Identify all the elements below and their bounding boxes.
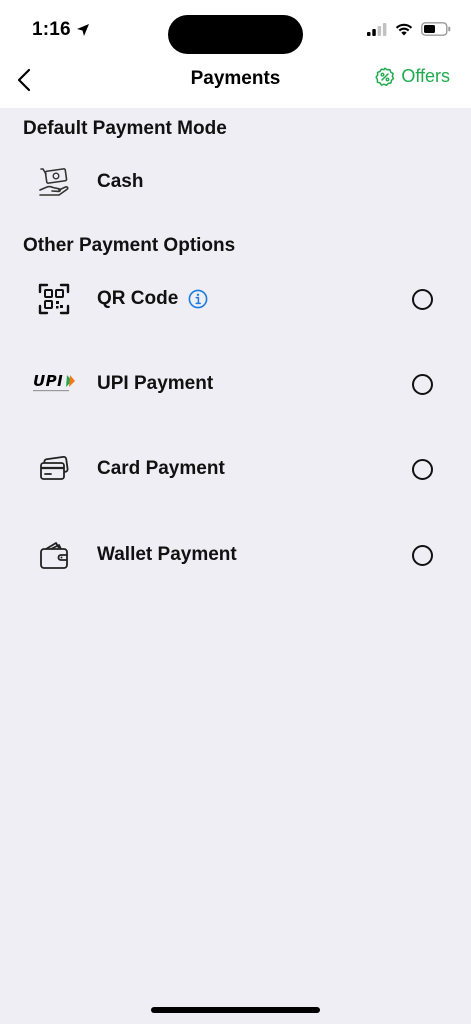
cash-label: Cash (97, 171, 144, 192)
offers-label: Offers (401, 66, 450, 86)
upi-logo: UPI (30, 364, 78, 404)
upi-payment-radio[interactable] (412, 373, 433, 395)
payment-option-wallet[interactable]: Wallet Payment (0, 527, 471, 583)
default-payment-heading: Default Payment Mode (23, 118, 227, 139)
wallet-payment-radio[interactable] (412, 544, 433, 566)
other-payment-heading: Other Payment Options (23, 235, 236, 256)
status-time: 1:16 (32, 19, 90, 41)
card-payment-label: Card Payment (97, 458, 225, 479)
payment-option-qr-code[interactable]: QR Code (0, 271, 471, 327)
info-icon[interactable] (188, 289, 208, 309)
payment-option-card[interactable]: Card Payment (0, 441, 471, 497)
qr-code-radio[interactable] (412, 288, 433, 310)
cash-hand-icon (32, 162, 76, 202)
payment-option-label: QR Code (97, 288, 208, 310)
payment-option-label: Wallet Payment (97, 544, 237, 566)
discount-badge-icon (375, 66, 395, 86)
credit-card-icon (32, 449, 76, 489)
status-time-text: 1:16 (32, 19, 71, 40)
offers-button[interactable]: Offers (375, 66, 450, 87)
upi-payment-label: UPI Payment (97, 373, 214, 394)
battery-icon (421, 22, 451, 36)
qr-code-icon (32, 279, 76, 319)
qr-code-label: QR Code (97, 288, 179, 309)
top-bar: 1:16 Payments Offers (0, 0, 471, 108)
wallet-icon (32, 535, 76, 575)
cellular-signal-icon (367, 22, 387, 36)
payment-option-cash[interactable]: Cash (0, 154, 471, 210)
payment-option-label: Card Payment (97, 458, 225, 480)
status-indicators (367, 22, 451, 36)
payment-option-label: UPI Payment (97, 373, 213, 395)
payment-option-label: Cash (97, 171, 143, 193)
card-payment-radio[interactable] (412, 458, 433, 480)
payment-option-upi[interactable]: UPI UPI Payment (0, 356, 471, 412)
location-arrow-icon (76, 24, 89, 36)
home-indicator[interactable] (151, 1007, 320, 1013)
wifi-icon (395, 23, 413, 35)
dynamic-island (168, 15, 303, 54)
upi-logo-text: UPI (33, 372, 63, 390)
wallet-payment-label: Wallet Payment (97, 544, 237, 565)
